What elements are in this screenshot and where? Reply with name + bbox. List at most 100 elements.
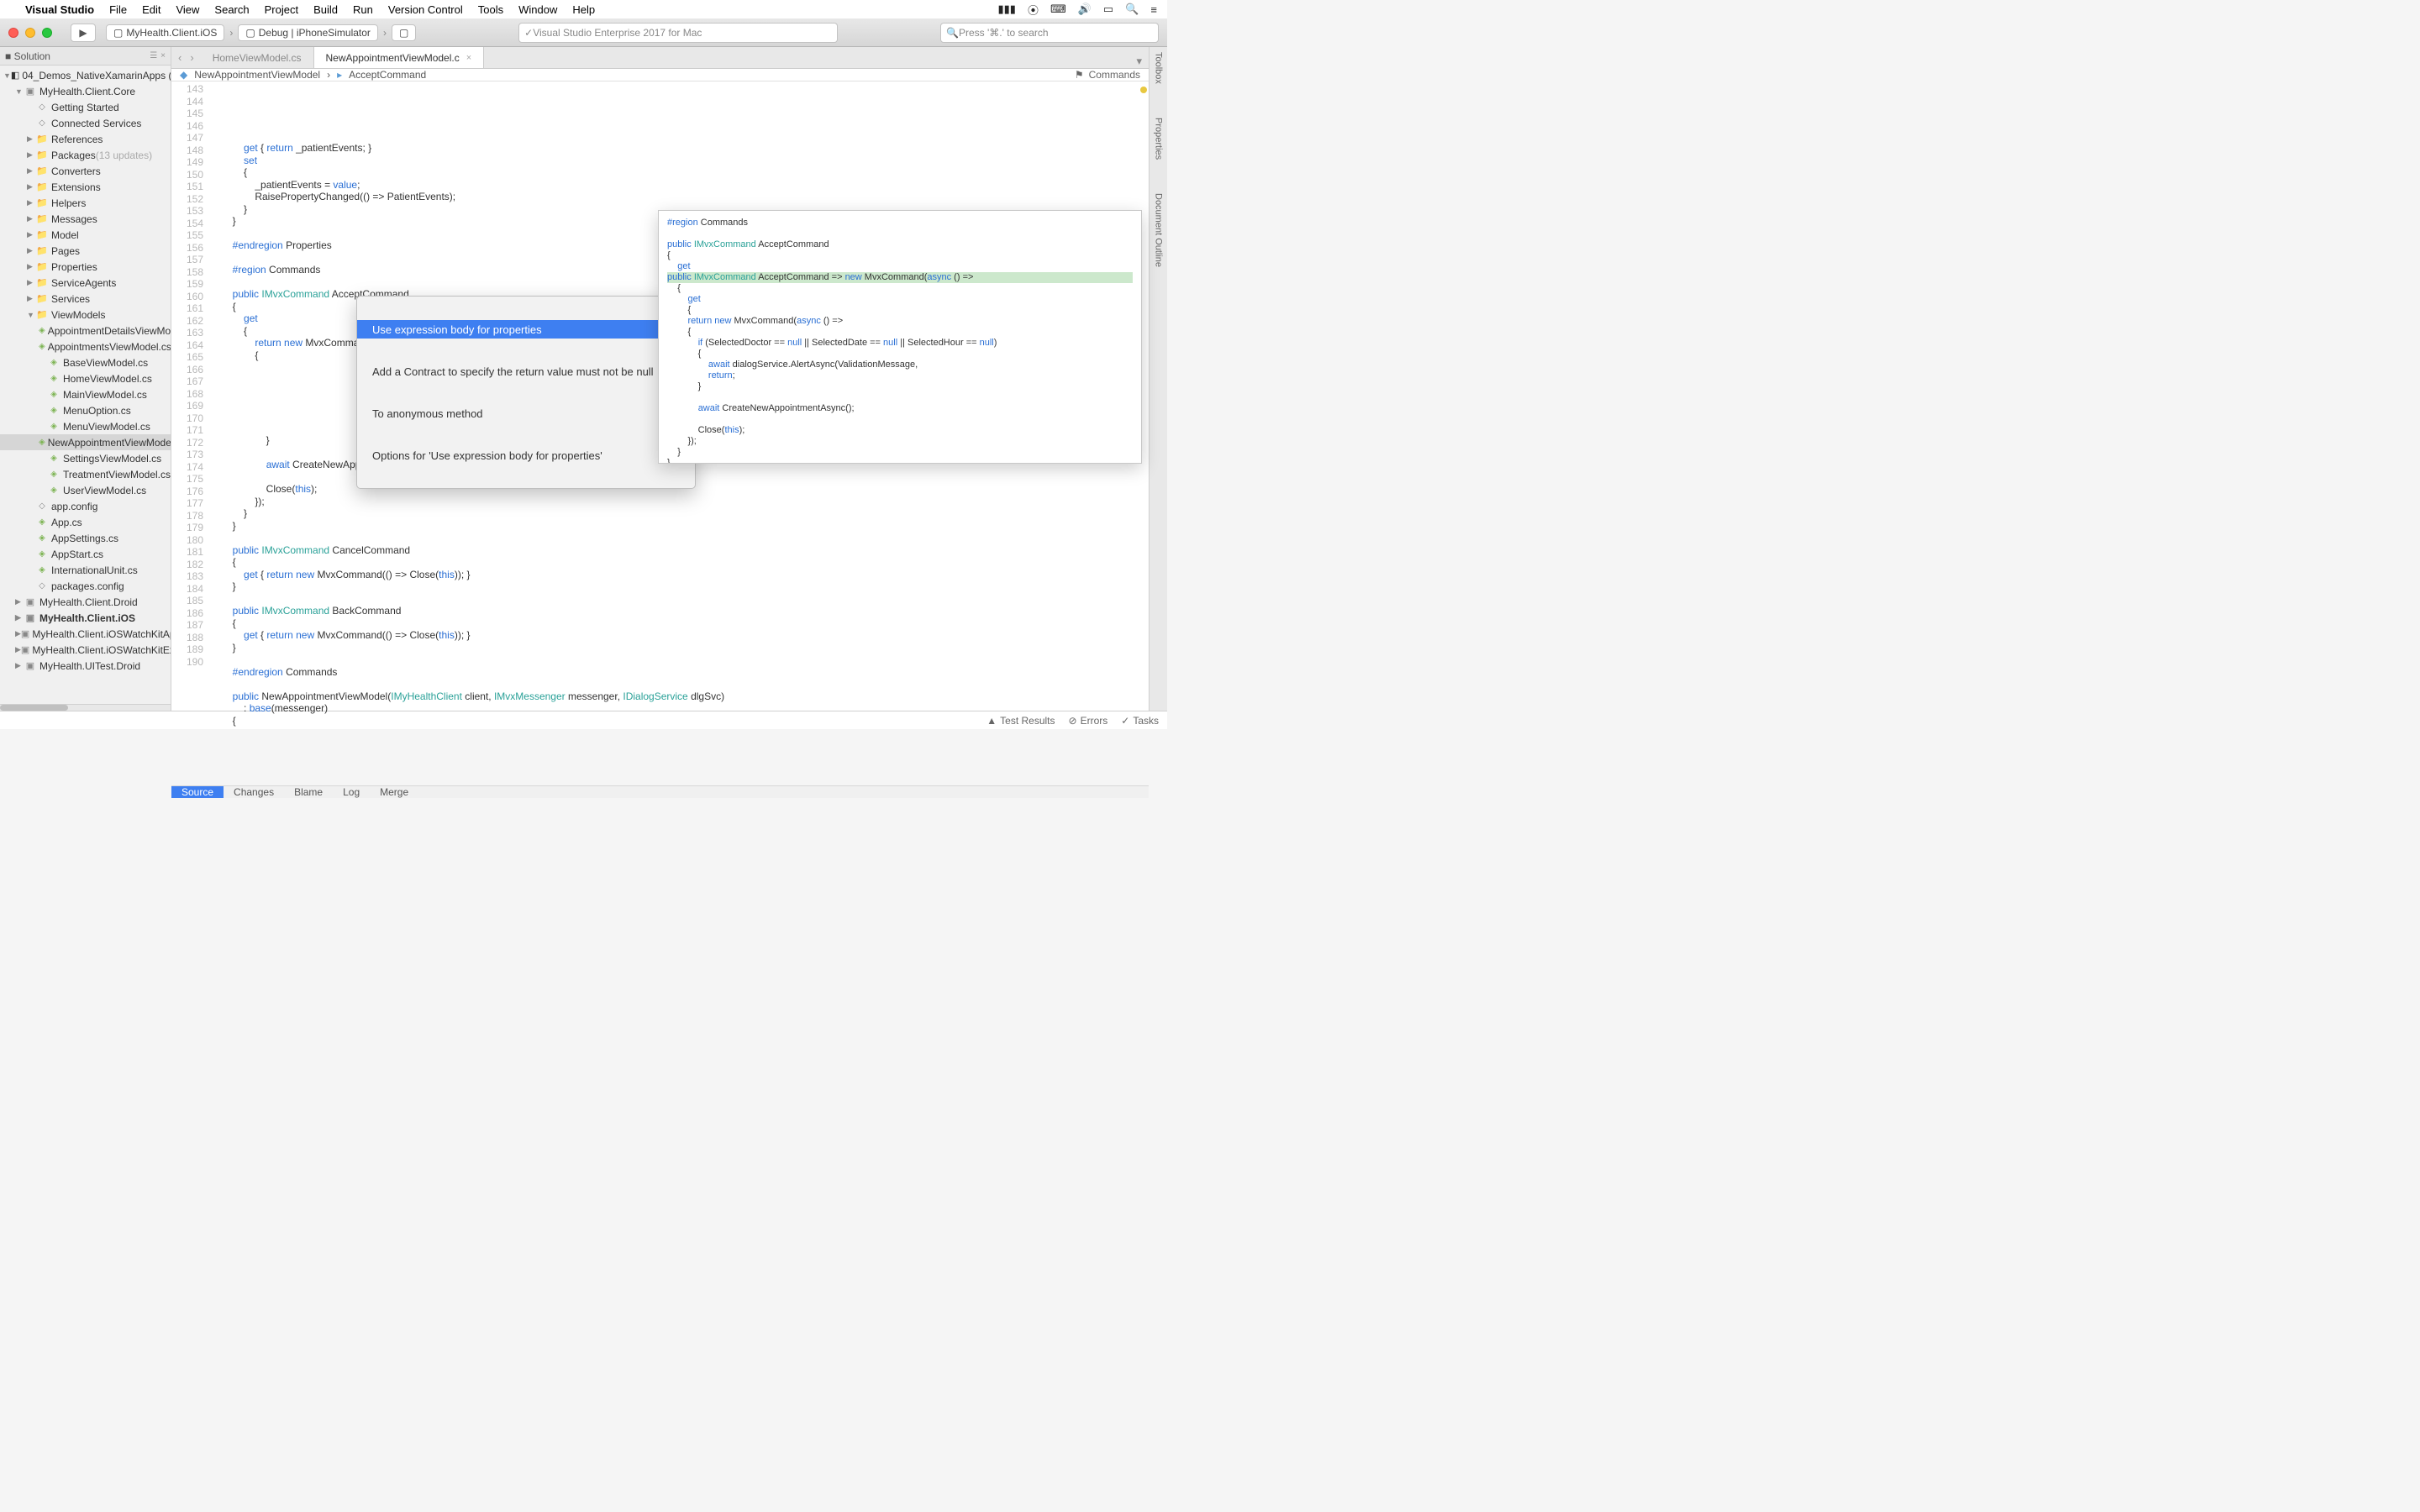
qa-use-expression-body[interactable]: Use expression body for properties <box>357 320 695 339</box>
src-tab-source[interactable]: Source <box>171 786 224 798</box>
properties-tab[interactable]: Properties <box>1154 118 1164 160</box>
refactor-preview: #region Commandspublic IMvxCommand Accep… <box>658 210 1142 464</box>
tab-overflow-icon[interactable]: ▾ <box>1129 55 1149 68</box>
toolbox-tab[interactable]: Toolbox <box>1154 52 1164 84</box>
src-tab-merge[interactable]: Merge <box>370 786 418 798</box>
sidebar-scrollbar[interactable] <box>0 704 171 711</box>
close-tab-icon[interactable]: × <box>466 53 471 63</box>
close-button[interactable] <box>8 28 18 38</box>
config-selector[interactable]: ▢ Debug | iPhoneSimulator <box>238 24 378 41</box>
tree-item[interactable]: ◈App.cs <box>0 514 171 530</box>
battery-icon[interactable]: ▮▮▮ <box>997 3 1015 16</box>
editor-area: ‹ › HomeViewModel.cs NewAppointmentViewM… <box>171 47 1149 711</box>
device-selector[interactable]: ▢ <box>392 24 416 41</box>
tree-item[interactable]: ▶▣MyHealth.Client.Droid <box>0 594 171 610</box>
menu-view[interactable]: View <box>176 3 199 16</box>
tree-item[interactable]: ◈BaseViewModel.cs <box>0 354 171 370</box>
tree-item[interactable]: ▶📁Converters <box>0 163 171 179</box>
flag-icon: ⚑ <box>1075 69 1084 81</box>
tree-item[interactable]: ▶📁References <box>0 131 171 147</box>
menu-search[interactable]: Search <box>214 3 249 16</box>
tree-item[interactable]: ▶📁Pages <box>0 243 171 259</box>
menu-tools[interactable]: Tools <box>478 3 503 16</box>
tree-item[interactable]: ▶📁Properties <box>0 259 171 275</box>
tree-item[interactable]: ◈MenuViewModel.cs <box>0 418 171 434</box>
tree-item[interactable]: ◈TreatmentViewModel.cs <box>0 466 171 482</box>
tree-item[interactable]: ▶📁Extensions <box>0 179 171 195</box>
bluetooth-icon[interactable]: ⌨ <box>1050 3 1066 16</box>
nav-fwd-icon[interactable]: › <box>190 51 193 64</box>
tree-item[interactable]: ◇packages.config <box>0 578 171 594</box>
tree-item[interactable]: ▶📁Packages (13 updates) <box>0 147 171 163</box>
nav-back-icon[interactable]: ‹ <box>178 51 182 64</box>
tree-item[interactable]: ◈AppSettings.cs <box>0 530 171 546</box>
menu-build[interactable]: Build <box>313 3 338 16</box>
volume-icon[interactable]: 🔊 <box>1078 3 1092 16</box>
doc-outline-tab[interactable]: Document Outline <box>1154 193 1164 267</box>
solution-root[interactable]: ▼◧04_Demos_NativeXamarinApps (mas <box>0 67 171 83</box>
tree-item[interactable]: ▼▣MyHealth.Client.Core <box>0 83 171 99</box>
right-dock: Toolbox Properties Document Outline <box>1149 47 1167 711</box>
tree-item[interactable]: ▶▣MyHealth.Client.iOSWatchKitApp <box>0 626 171 642</box>
tree-item[interactable]: ▶▣MyHealth.Client.iOS <box>0 610 171 626</box>
menu-icon[interactable]: ≡ <box>1150 3 1157 16</box>
minimize-button[interactable] <box>25 28 35 38</box>
tree-item[interactable]: ▼📁ViewModels <box>0 307 171 323</box>
project-selector[interactable]: ▢ MyHealth.Client.iOS <box>106 24 224 41</box>
tree-item[interactable]: ◈NewAppointmentViewModel. <box>0 434 171 450</box>
tab-home-viewmodel[interactable]: HomeViewModel.cs <box>201 47 314 68</box>
breadcrumb-member[interactable]: AcceptCommand <box>349 69 426 81</box>
tree-item[interactable]: ◈AppointmentsViewModel.cs <box>0 339 171 354</box>
menu-file[interactable]: File <box>109 3 127 16</box>
tree-item[interactable]: ◈AppointmentDetailsViewMod <box>0 323 171 339</box>
spotlight-icon[interactable]: 🔍 <box>1125 3 1139 16</box>
tree-item[interactable]: ▶📁Messages <box>0 211 171 227</box>
wifi-icon[interactable]: ⦿ <box>1028 2 1039 18</box>
tree-item[interactable]: ◇app.config <box>0 498 171 514</box>
tree-item[interactable]: ◈SettingsViewModel.cs <box>0 450 171 466</box>
code-editor[interactable]: 1431441451461471481491501511521531541551… <box>171 81 1149 785</box>
run-button[interactable]: ▶ <box>71 24 96 42</box>
pad-close-icon[interactable]: × <box>160 51 166 60</box>
menu-version-control[interactable]: Version Control <box>388 3 463 16</box>
src-tab-changes[interactable]: Changes <box>224 786 284 798</box>
tree-item[interactable]: ▶📁Model <box>0 227 171 243</box>
menu-run[interactable]: Run <box>353 3 373 16</box>
member-icon: ▸ <box>337 69 342 81</box>
pad-settings-icon[interactable]: ☰ <box>150 51 157 60</box>
breadcrumb-region[interactable]: Commands <box>1089 69 1140 81</box>
menu-help[interactable]: Help <box>572 3 595 16</box>
qa-add-contract[interactable]: Add a Contract to specify the return val… <box>357 362 695 381</box>
solution-tree[interactable]: ▼◧04_Demos_NativeXamarinApps (mas ▼▣MyHe… <box>0 66 171 704</box>
qa-anonymous-method[interactable]: To anonymous method <box>357 404 695 423</box>
editor-tabs: ‹ › HomeViewModel.cs NewAppointmentViewM… <box>171 47 1149 69</box>
tree-item[interactable]: ◈InternationalUnit.cs <box>0 562 171 578</box>
tree-item[interactable]: ◈MenuOption.cs <box>0 402 171 418</box>
src-tab-log[interactable]: Log <box>333 786 370 798</box>
tree-item[interactable]: ◇Getting Started <box>0 99 171 115</box>
tree-item[interactable]: ▶📁ServiceAgents <box>0 275 171 291</box>
breadcrumb-class[interactable]: NewAppointmentViewModel <box>194 69 320 81</box>
tree-item[interactable]: ▶📁Helpers <box>0 195 171 211</box>
display-icon[interactable]: ▭ <box>1103 3 1113 16</box>
app-menu[interactable]: Visual Studio <box>25 3 94 16</box>
code-status-indicator <box>1140 87 1147 93</box>
tree-item[interactable]: ▶▣MyHealth.Client.iOSWatchKitExte <box>0 642 171 658</box>
tree-item[interactable]: ◈UserViewModel.cs <box>0 482 171 498</box>
src-tab-blame[interactable]: Blame <box>284 786 333 798</box>
quick-action-popup: Use expression body for properties Add a… <box>356 296 696 489</box>
tree-item[interactable]: ◇Connected Services <box>0 115 171 131</box>
tree-item[interactable]: ◈MainViewModel.cs <box>0 386 171 402</box>
tree-item[interactable]: ◈AppStart.cs <box>0 546 171 562</box>
menu-edit[interactable]: Edit <box>142 3 160 16</box>
code-content[interactable]: get { return _patientEvents; } set { _pa… <box>210 81 1149 785</box>
tree-item[interactable]: ◈HomeViewModel.cs <box>0 370 171 386</box>
tree-item[interactable]: ▶▣MyHealth.UITest.Droid <box>0 658 171 674</box>
tab-new-appointment[interactable]: NewAppointmentViewModel.c× <box>314 47 485 68</box>
global-search[interactable]: 🔍 Press '⌘.' to search <box>940 23 1159 43</box>
qa-options[interactable]: Options for 'Use expression body for pro… <box>357 446 695 465</box>
tree-item[interactable]: ▶📁Services <box>0 291 171 307</box>
menu-project[interactable]: Project <box>265 3 298 16</box>
menu-window[interactable]: Window <box>518 3 557 16</box>
maximize-button[interactable] <box>42 28 52 38</box>
